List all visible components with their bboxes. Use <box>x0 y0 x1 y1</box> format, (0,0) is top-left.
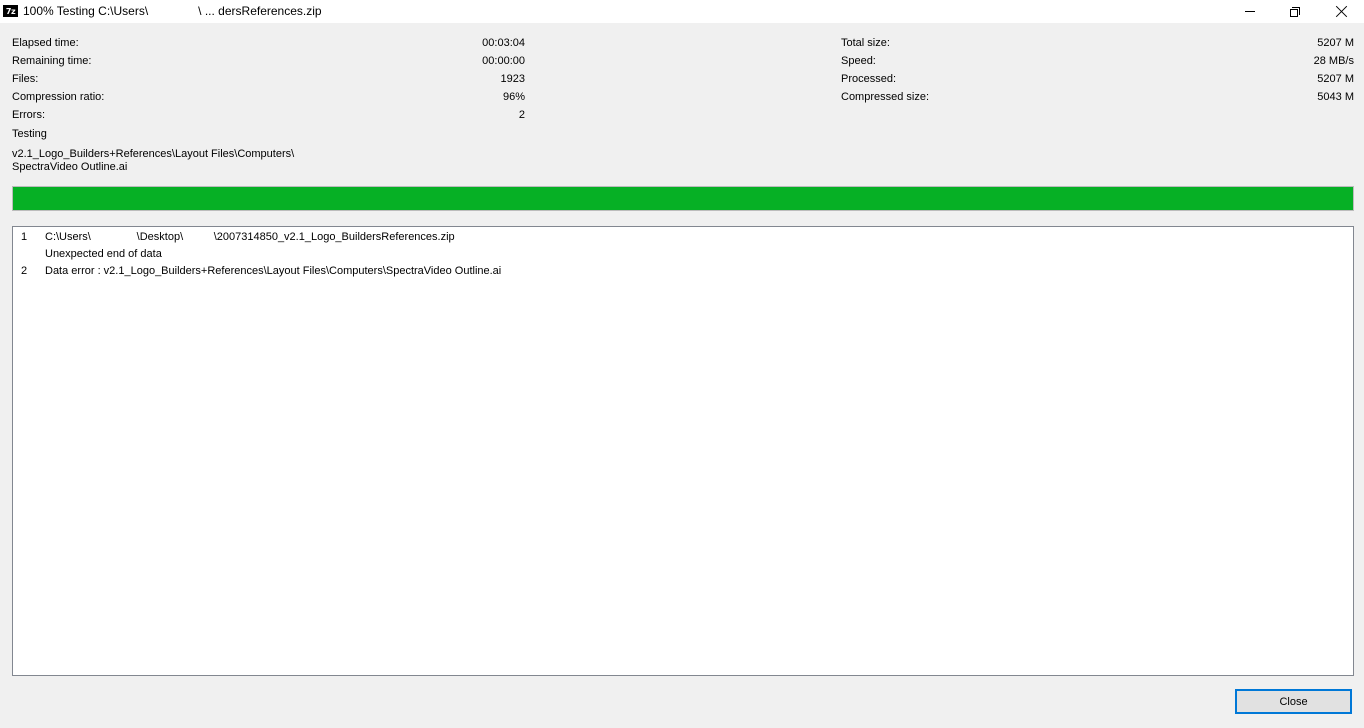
message-log[interactable]: 1 C:\Users\ \Desktop\ \2007314850_v2.1_L… <box>12 226 1354 676</box>
errors-value: 2 <box>518 109 525 121</box>
progress-bar <box>12 186 1354 211</box>
files-value: 1923 <box>500 73 525 85</box>
current-path-line1: v2.1_Logo_Builders+References\Layout Fil… <box>12 148 295 160</box>
log-row-text[interactable]: Unexpected end of data <box>45 248 162 260</box>
total-size-label: Total size: <box>841 37 890 49</box>
restore-button[interactable] <box>1272 0 1318 23</box>
minimize-button[interactable] <box>1227 0 1273 23</box>
minimize-icon <box>1245 11 1255 12</box>
files-label: Files: <box>12 73 39 85</box>
compressed-size-value: 5043 M <box>1317 91 1354 103</box>
compressed-size-label: Compressed size: <box>841 91 930 103</box>
speed-label: Speed: <box>841 55 876 67</box>
elapsed-time-value: 00:03:04 <box>482 37 525 49</box>
title-bar[interactable]: 7z 100% Testing C:\Users\ \ ... dersRefe… <box>0 0 1364 23</box>
compression-ratio-label: Compression ratio: <box>12 91 105 103</box>
test-progress-window: 7z 100% Testing C:\Users\ \ ... dersRefe… <box>0 0 1364 728</box>
total-size-value: 5207 M <box>1317 37 1354 49</box>
remaining-time-label: Remaining time: <box>12 55 92 67</box>
processed-label: Processed: <box>841 73 897 85</box>
current-path-line2: SpectraVideo Outline.ai <box>12 161 128 173</box>
restore-icon <box>1290 6 1300 17</box>
processed-value: 5207 M <box>1317 73 1354 85</box>
window-close-button[interactable] <box>1318 0 1364 23</box>
7zip-app-icon: 7z <box>3 5 18 17</box>
operation-status: Testing <box>12 128 47 140</box>
close-icon <box>1336 6 1347 17</box>
log-row-number: 1 <box>21 231 28 243</box>
log-row-text[interactable]: Data error : v2.1_Logo_Builders+Referenc… <box>45 265 501 277</box>
errors-label: Errors: <box>12 109 45 121</box>
progress-bar-fill <box>13 187 1353 210</box>
log-row-number: 2 <box>21 265 28 277</box>
compression-ratio-value: 96% <box>502 91 525 103</box>
remaining-time-value: 00:00:00 <box>482 55 525 67</box>
close-button[interactable]: Close <box>1235 689 1352 714</box>
speed-value: 28 MB/s <box>1313 55 1354 67</box>
elapsed-time-label: Elapsed time: <box>12 37 79 49</box>
log-row-text[interactable]: C:\Users\ \Desktop\ \2007314850_v2.1_Log… <box>45 231 455 243</box>
window-title: 100% Testing C:\Users\ \ ... dersReferen… <box>23 4 322 18</box>
